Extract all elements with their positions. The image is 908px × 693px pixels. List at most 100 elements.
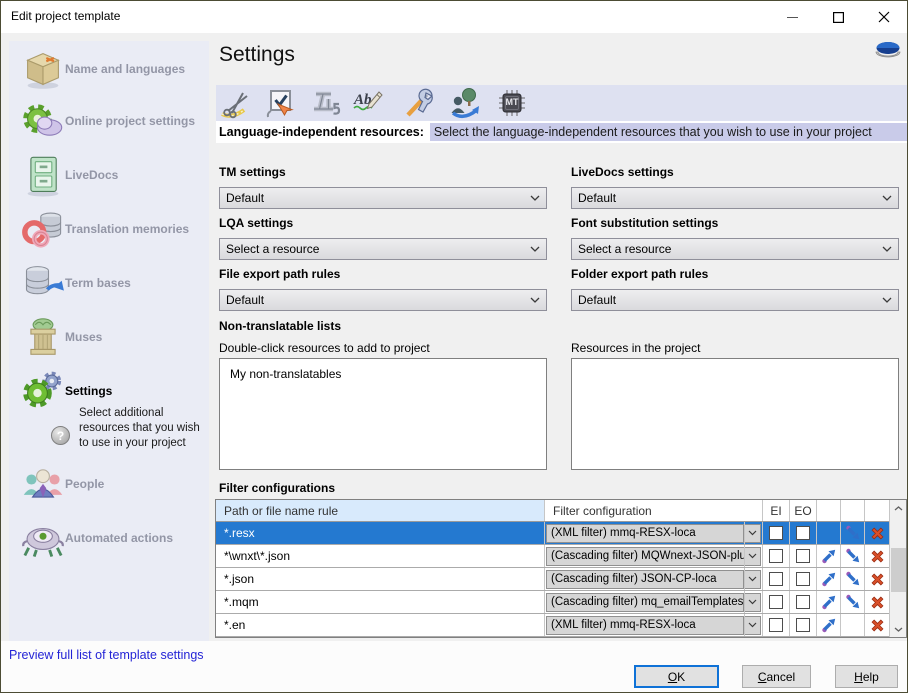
filter-config-select[interactable]: (Cascading filter) mq_emailTemplates [546, 593, 744, 612]
eo-checkbox[interactable] [796, 549, 810, 563]
move-up-icon[interactable] [820, 571, 837, 588]
machine-translation-chip-icon[interactable]: MT [496, 87, 534, 119]
minimize-button[interactable] [769, 1, 815, 33]
list-item[interactable]: My non-translatables [220, 359, 546, 381]
folder-export-path-select[interactable]: Default [571, 289, 899, 311]
ei-checkbox[interactable] [769, 526, 783, 540]
cancel-button[interactable]: Cancel [742, 665, 811, 688]
minimize-icon [787, 12, 798, 23]
person-tree-export-icon[interactable] [448, 87, 486, 119]
delete-icon[interactable] [869, 617, 886, 634]
maximize-button[interactable] [815, 1, 861, 33]
term-base-icon [21, 262, 65, 306]
chevron-down-icon[interactable] [745, 570, 761, 589]
memoq-logo-icon [873, 39, 903, 59]
column-header-rule[interactable]: Path or file name rule [216, 500, 545, 521]
autocorrect-spelling-icon[interactable]: Ab [352, 87, 390, 119]
resource-banner: Language-independent resources: Select t… [216, 121, 907, 143]
move-up-icon[interactable] [820, 594, 837, 611]
segmentation-rules-icon[interactable] [220, 87, 258, 119]
close-button[interactable] [861, 1, 907, 33]
tools-icon[interactable] [404, 87, 442, 119]
settings-description: Select additional resources that you wis… [79, 406, 207, 451]
filter-config-select[interactable]: (Cascading filter) MQWnext-JSON-plus... [546, 547, 745, 566]
column-header-eo[interactable]: EO [790, 500, 817, 521]
filter-config-select[interactable]: (XML filter) mmq-RESX-loca [546, 524, 744, 543]
table-header: Path or file name rule Filter configurat… [216, 500, 906, 522]
sidebar-item-muses[interactable]: Muses [9, 315, 209, 361]
delete-icon[interactable] [869, 525, 886, 542]
sidebar-item-term-bases[interactable]: Term bases [9, 261, 209, 307]
ei-checkbox[interactable] [769, 549, 783, 563]
chevron-down-icon[interactable] [745, 547, 761, 566]
move-down-icon[interactable] [844, 571, 861, 588]
chevron-down-icon [524, 297, 546, 303]
chevron-down-icon [876, 246, 898, 252]
eo-checkbox[interactable] [796, 572, 810, 586]
ei-checkbox[interactable] [769, 595, 783, 609]
file-export-path-select[interactable]: Default [219, 289, 547, 311]
gear-cloud-icon [21, 100, 65, 144]
translation-pair-rules-icon[interactable] [310, 87, 348, 119]
robot-icon [21, 517, 65, 561]
translation-memory-icon [21, 208, 65, 252]
chevron-down-icon [876, 297, 898, 303]
column-header-filter[interactable]: Filter configuration [545, 500, 763, 521]
field-livedocs-settings: LiveDocs settings Default [571, 165, 899, 209]
project-resources-label: Resources in the project [571, 341, 700, 355]
column-header-ei[interactable]: EI [763, 500, 790, 521]
sidebar-item-name-and-languages[interactable]: Name and languages [9, 47, 209, 93]
move-up-icon[interactable] [820, 548, 837, 565]
package-box-icon [21, 48, 65, 92]
ei-checkbox[interactable] [769, 572, 783, 586]
table-row[interactable]: *.resx (XML filter) mmq-RESX-loca [216, 522, 906, 545]
ei-checkbox[interactable] [769, 618, 783, 632]
table-row[interactable]: *.json (Cascading filter) JSON-CP-loca [216, 568, 906, 591]
sidebar-item-people[interactable]: People [9, 462, 209, 508]
chevron-down-icon[interactable] [745, 616, 761, 635]
scroll-up-icon[interactable] [890, 500, 907, 516]
project-resources-list[interactable] [571, 358, 899, 470]
qa-settings-icon[interactable] [264, 87, 302, 119]
filter-config-select[interactable]: (XML filter) mmq-RESX-loca [546, 616, 744, 635]
delete-icon[interactable] [869, 548, 886, 565]
table-row[interactable]: *.mqm (Cascading filter) mq_emailTemplat… [216, 591, 906, 614]
eo-checkbox[interactable] [796, 618, 810, 632]
help-question-icon: ? [51, 426, 70, 445]
lqa-settings-select[interactable]: Select a resource [219, 238, 547, 260]
help-button[interactable]: Help [835, 665, 898, 688]
people-icon [21, 463, 65, 507]
chevron-down-icon [524, 246, 546, 252]
move-down-icon[interactable] [844, 594, 861, 611]
sidebar-item-translation-memories[interactable]: Translation memories [9, 207, 209, 253]
delete-icon[interactable] [869, 571, 886, 588]
tm-settings-select[interactable]: Default [219, 187, 547, 209]
eo-checkbox[interactable] [796, 526, 810, 540]
available-resources-list[interactable]: My non-translatables [219, 358, 547, 470]
non-translatable-heading: Non-translatable lists [219, 319, 341, 333]
table-scrollbar[interactable] [889, 500, 906, 637]
ok-button[interactable]: OK [634, 665, 719, 688]
eo-checkbox[interactable] [796, 595, 810, 609]
chevron-down-icon [524, 195, 546, 201]
scrollbar-thumb[interactable] [891, 548, 906, 592]
sidebar-item-online-project-settings[interactable]: Online project settings [9, 99, 209, 145]
chevron-down-icon[interactable] [745, 593, 761, 612]
sidebar-item-automated-actions[interactable]: Automated actions [9, 516, 209, 562]
font-substitution-select[interactable]: Select a resource [571, 238, 899, 260]
chevron-down-icon[interactable] [745, 524, 761, 543]
table-row[interactable]: *.en (XML filter) mmq-RESX-loca [216, 614, 906, 637]
preview-template-link[interactable]: Preview full list of template settings [9, 648, 204, 662]
move-down-icon[interactable] [844, 548, 861, 565]
field-lqa-settings: LQA settings Select a resource [219, 216, 547, 260]
move-down-icon[interactable] [844, 525, 861, 542]
footer-bar: Preview full list of template settings O… [1, 641, 907, 693]
livedocs-settings-select[interactable]: Default [571, 187, 899, 209]
delete-icon[interactable] [869, 594, 886, 611]
filter-configurations-heading: Filter configurations [219, 481, 335, 495]
table-row[interactable]: *\wnxt\*.json (Cascading filter) MQWnext… [216, 545, 906, 568]
move-up-icon[interactable] [820, 617, 837, 634]
scroll-down-icon[interactable] [890, 621, 907, 637]
filter-config-select[interactable]: (Cascading filter) JSON-CP-loca [546, 570, 744, 589]
sidebar-item-livedocs[interactable]: LiveDocs [9, 153, 209, 199]
